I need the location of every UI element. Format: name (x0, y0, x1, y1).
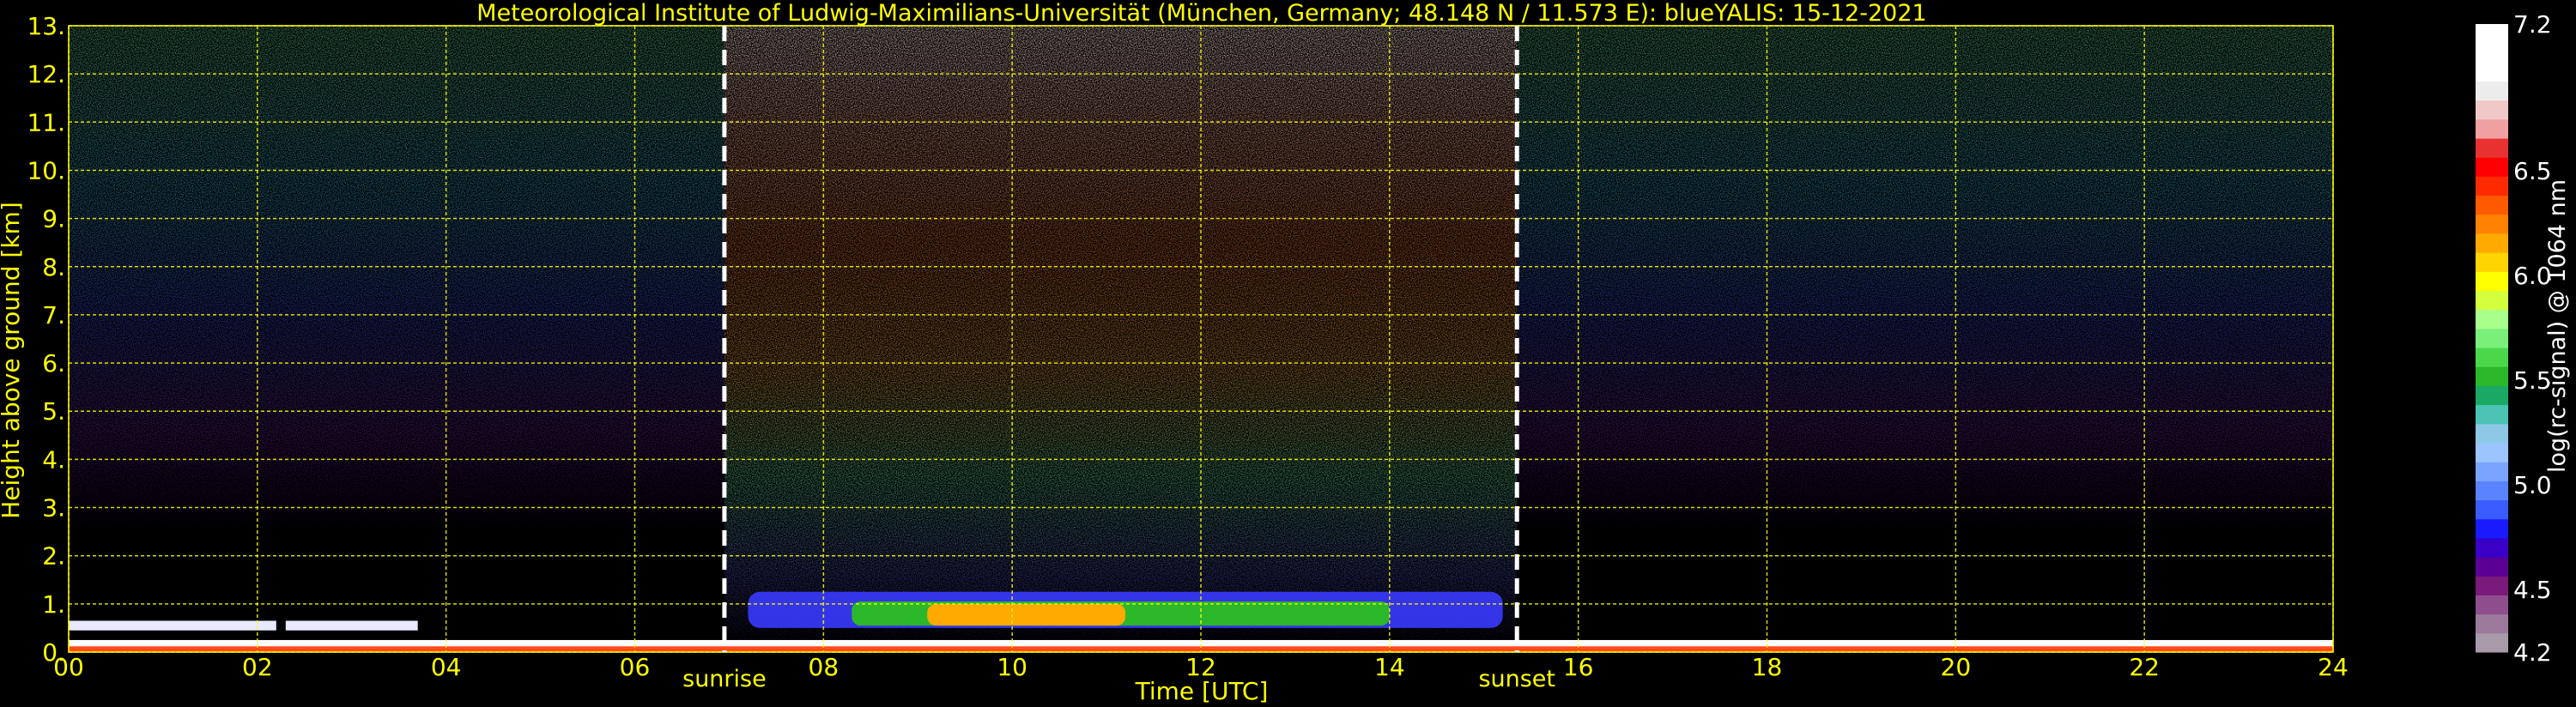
y-tick-label: 9. (42, 205, 65, 233)
colorbar-tick-label: 4.5 (2513, 576, 2552, 604)
colorbar-segment (2476, 290, 2508, 311)
y-tick-label: 8. (42, 253, 65, 281)
colorbar-segment (2476, 176, 2508, 196)
colorbar-segment (2476, 423, 2508, 444)
y-tick-label: 11. (27, 108, 65, 136)
x-tick-label: 08 (809, 653, 839, 681)
x-tick-label: 24 (2318, 653, 2349, 681)
y-tick-label: 12. (27, 60, 65, 88)
colorbar-segment (2476, 138, 2508, 158)
y-tick-label: 13. (27, 12, 65, 40)
chart-svg: sunrise sunset 00 02 04 06 08 10 12 14 16 18 20 22 24… (0, 0, 2571, 705)
colorbar-segment (2476, 480, 2508, 501)
lidar-chart: sunrise sunset 00 02 04 06 08 10 12 14 16 18 20 22 24… (0, 0, 2576, 707)
day-signal (724, 26, 1518, 652)
colorbar-segment (2476, 595, 2508, 615)
y-axis: 0. 1. 2. 3. 4. 5. 6. 7. 8. 9. 10. 11. 12. 13. (27, 12, 65, 667)
colorbar-segment (2476, 385, 2508, 406)
colorbar-segment (2476, 613, 2508, 634)
colorbar-segment (2476, 366, 2508, 386)
colorbar-segment (2476, 214, 2508, 234)
colorbar-segment (2476, 576, 2508, 595)
x-tick-label: 16 (1563, 653, 1594, 681)
colorbar-segment (2476, 233, 2508, 253)
colorbar-segment (2476, 157, 2508, 177)
y-axis-label: Height above ground [km] (0, 202, 25, 519)
y-tick-label: 3. (42, 494, 65, 523)
colorbar-tick-label: 4.2 (2513, 638, 2552, 667)
x-tick-label: 18 (1752, 653, 1783, 681)
y-tick-label: 7. (42, 301, 65, 329)
colorbar-segment (2476, 443, 2508, 462)
colorbar-segment (2476, 252, 2508, 272)
colorbar-tick-label: 7.2 (2513, 10, 2552, 39)
y-tick-label: 10. (27, 156, 65, 184)
y-tick-label: 4. (42, 445, 65, 474)
colorbar-segment (2476, 557, 2508, 577)
x-tick-label: 02 (242, 653, 273, 681)
marker-label-sunset: sunset (1478, 666, 1555, 692)
chart-title: Meteorological Institute of Ludwig-Maxim… (476, 0, 1926, 27)
colorbar-segment (2476, 271, 2508, 292)
colorbar-segment (2476, 404, 2508, 425)
night-layer-left (69, 620, 276, 631)
x-tick-label: 14 (1374, 653, 1405, 681)
x-axis-label: Time [UTC] (1135, 677, 1269, 705)
colorbar-segment (2476, 347, 2508, 367)
colorbar-segment (2476, 328, 2508, 348)
colorbar: 7.26.56.05.55.04.54.2 (2476, 10, 2552, 667)
colorbar-segment (2476, 499, 2508, 520)
marker-label-sunrise: sunrise (682, 666, 767, 692)
colorbar-segment (2476, 62, 2508, 82)
night-layer-left-2 (285, 620, 418, 631)
colorbar-segment (2476, 537, 2508, 558)
y-tick-label: 5. (42, 397, 65, 426)
night-signal-right (1517, 26, 2333, 652)
colorbar-segment (2476, 195, 2508, 215)
x-tick-label: 04 (431, 653, 462, 681)
colorbar-segment (2476, 118, 2508, 139)
colorbar-tick-label: 5.0 (2513, 471, 2552, 499)
colorbar-segment (2476, 632, 2508, 653)
colorbar-segment (2476, 43, 2508, 63)
x-tick-label: 10 (997, 653, 1027, 681)
colorbar-segment (2476, 309, 2508, 329)
colorbar-label: log(rc-signal) @ 1064 nm (2544, 179, 2571, 473)
y-tick-label: 6. (42, 349, 65, 378)
x-tick-label: 22 (2129, 653, 2160, 681)
y-tick-label: 2. (42, 542, 65, 571)
night-signal-left (69, 26, 724, 652)
boundary-layer-orange (927, 603, 1126, 626)
colorbar-segment (2476, 518, 2508, 539)
colorbar-segment (2476, 81, 2508, 101)
x-tick-label: 20 (1941, 653, 1972, 681)
colorbar-segment (2476, 100, 2508, 120)
x-tick-label: 06 (620, 653, 651, 681)
colorbar-segment (2476, 462, 2508, 481)
y-tick-label: 1. (42, 590, 65, 619)
colorbar-segment (2476, 24, 2508, 44)
y-tick-label: 0. (42, 638, 65, 667)
